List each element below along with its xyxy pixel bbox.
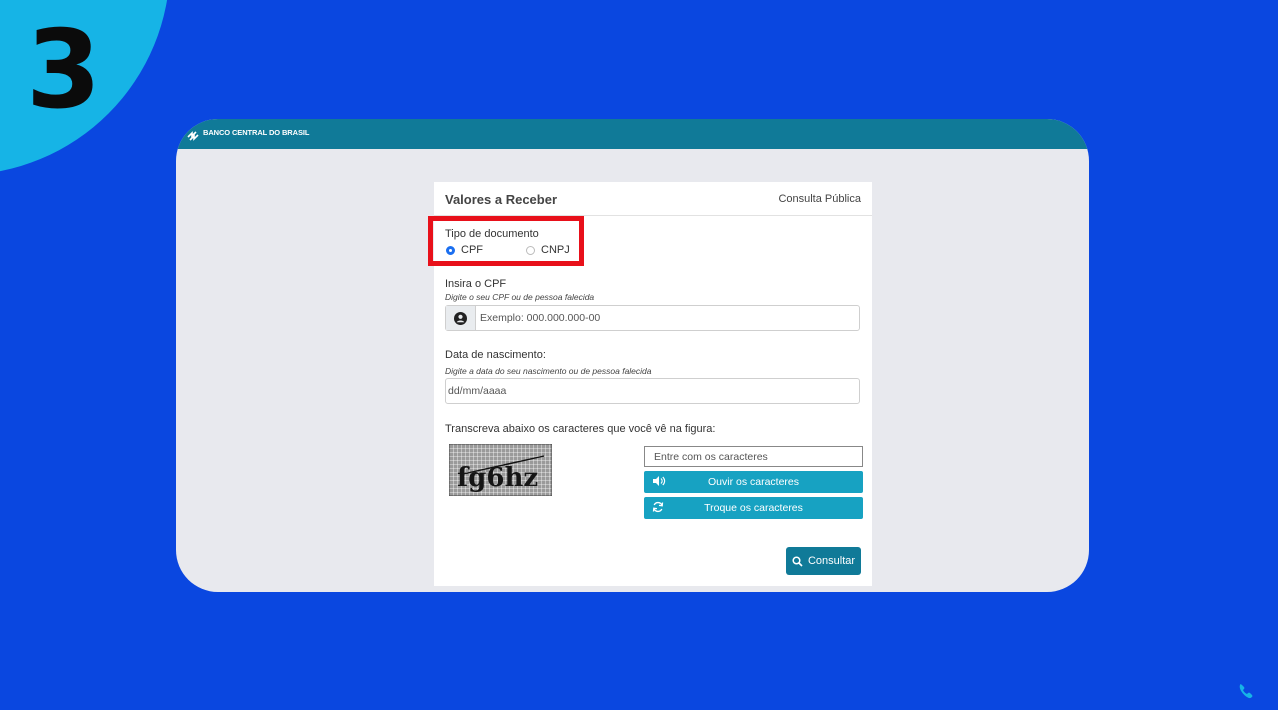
captcha-placeholder: Entre com os caracteres: [654, 451, 768, 463]
radio-cnpj-label[interactable]: CNPJ: [541, 244, 570, 256]
brand-mark-icon: [1239, 684, 1253, 699]
cpf-hint: Digite o seu CPF ou de pessoa falecida: [445, 292, 595, 302]
consult-button[interactable]: Consultar: [786, 547, 861, 575]
captcha-image: fg6hz: [449, 444, 552, 496]
highlight-box: [428, 216, 584, 266]
panel-subtitle: Consulta Pública: [778, 193, 861, 205]
captcha-graphic: fg6hz: [449, 444, 552, 496]
search-icon: [792, 555, 803, 567]
captcha-input[interactable]: Entre com os caracteres: [644, 446, 863, 467]
radio-cpf[interactable]: [446, 246, 455, 255]
birth-label: Data de nascimento:: [445, 349, 546, 361]
refresh-captcha-button[interactable]: Troque os caracteres: [644, 497, 863, 519]
consult-button-label: Consultar: [807, 555, 856, 567]
user-icon: [446, 306, 476, 330]
birth-date-input[interactable]: dd/mm/aaaa: [445, 378, 860, 404]
browser-screenshot: BANCO CENTRAL DO BRASIL Valores a Recebe…: [176, 119, 1089, 592]
bank-name: BANCO CENTRAL DO BRASIL: [203, 128, 310, 137]
step-number: 3: [26, 8, 101, 133]
panel-header: Valores a Receber Consulta Pública: [434, 182, 872, 216]
bank-logo-icon: [187, 131, 199, 141]
refresh-icon: [652, 501, 664, 513]
speaker-icon: [653, 476, 666, 486]
captcha-text: fg6hz: [457, 463, 538, 493]
birth-placeholder: dd/mm/aaaa: [448, 385, 507, 397]
site-header: BANCO CENTRAL DO BRASIL: [176, 119, 1089, 149]
panel-title: Valores a Receber: [445, 192, 558, 207]
listen-captcha-button[interactable]: Ouvir os caracteres: [644, 471, 863, 493]
form-panel: Valores a Receber Consulta Pública Tipo …: [428, 182, 872, 586]
document-type-label: Tipo de documento: [445, 228, 539, 240]
user-circle-icon: [454, 311, 467, 325]
cpf-input[interactable]: Exemplo: 000.000.000-00: [445, 305, 860, 331]
cpf-placeholder: Exemplo: 000.000.000-00: [480, 312, 601, 324]
refresh-captcha-label: Troque os caracteres: [704, 502, 803, 514]
captcha-instruction: Transcreva abaixo os caracteres que você…: [445, 423, 716, 435]
birth-hint: Digite a data do seu nascimento ou de pe…: [445, 366, 652, 376]
cpf-label: Insira o CPF: [445, 278, 507, 290]
radio-cnpj[interactable]: [526, 246, 535, 255]
listen-captcha-label: Ouvir os caracteres: [707, 476, 800, 488]
radio-cpf-label[interactable]: CPF: [461, 244, 483, 256]
